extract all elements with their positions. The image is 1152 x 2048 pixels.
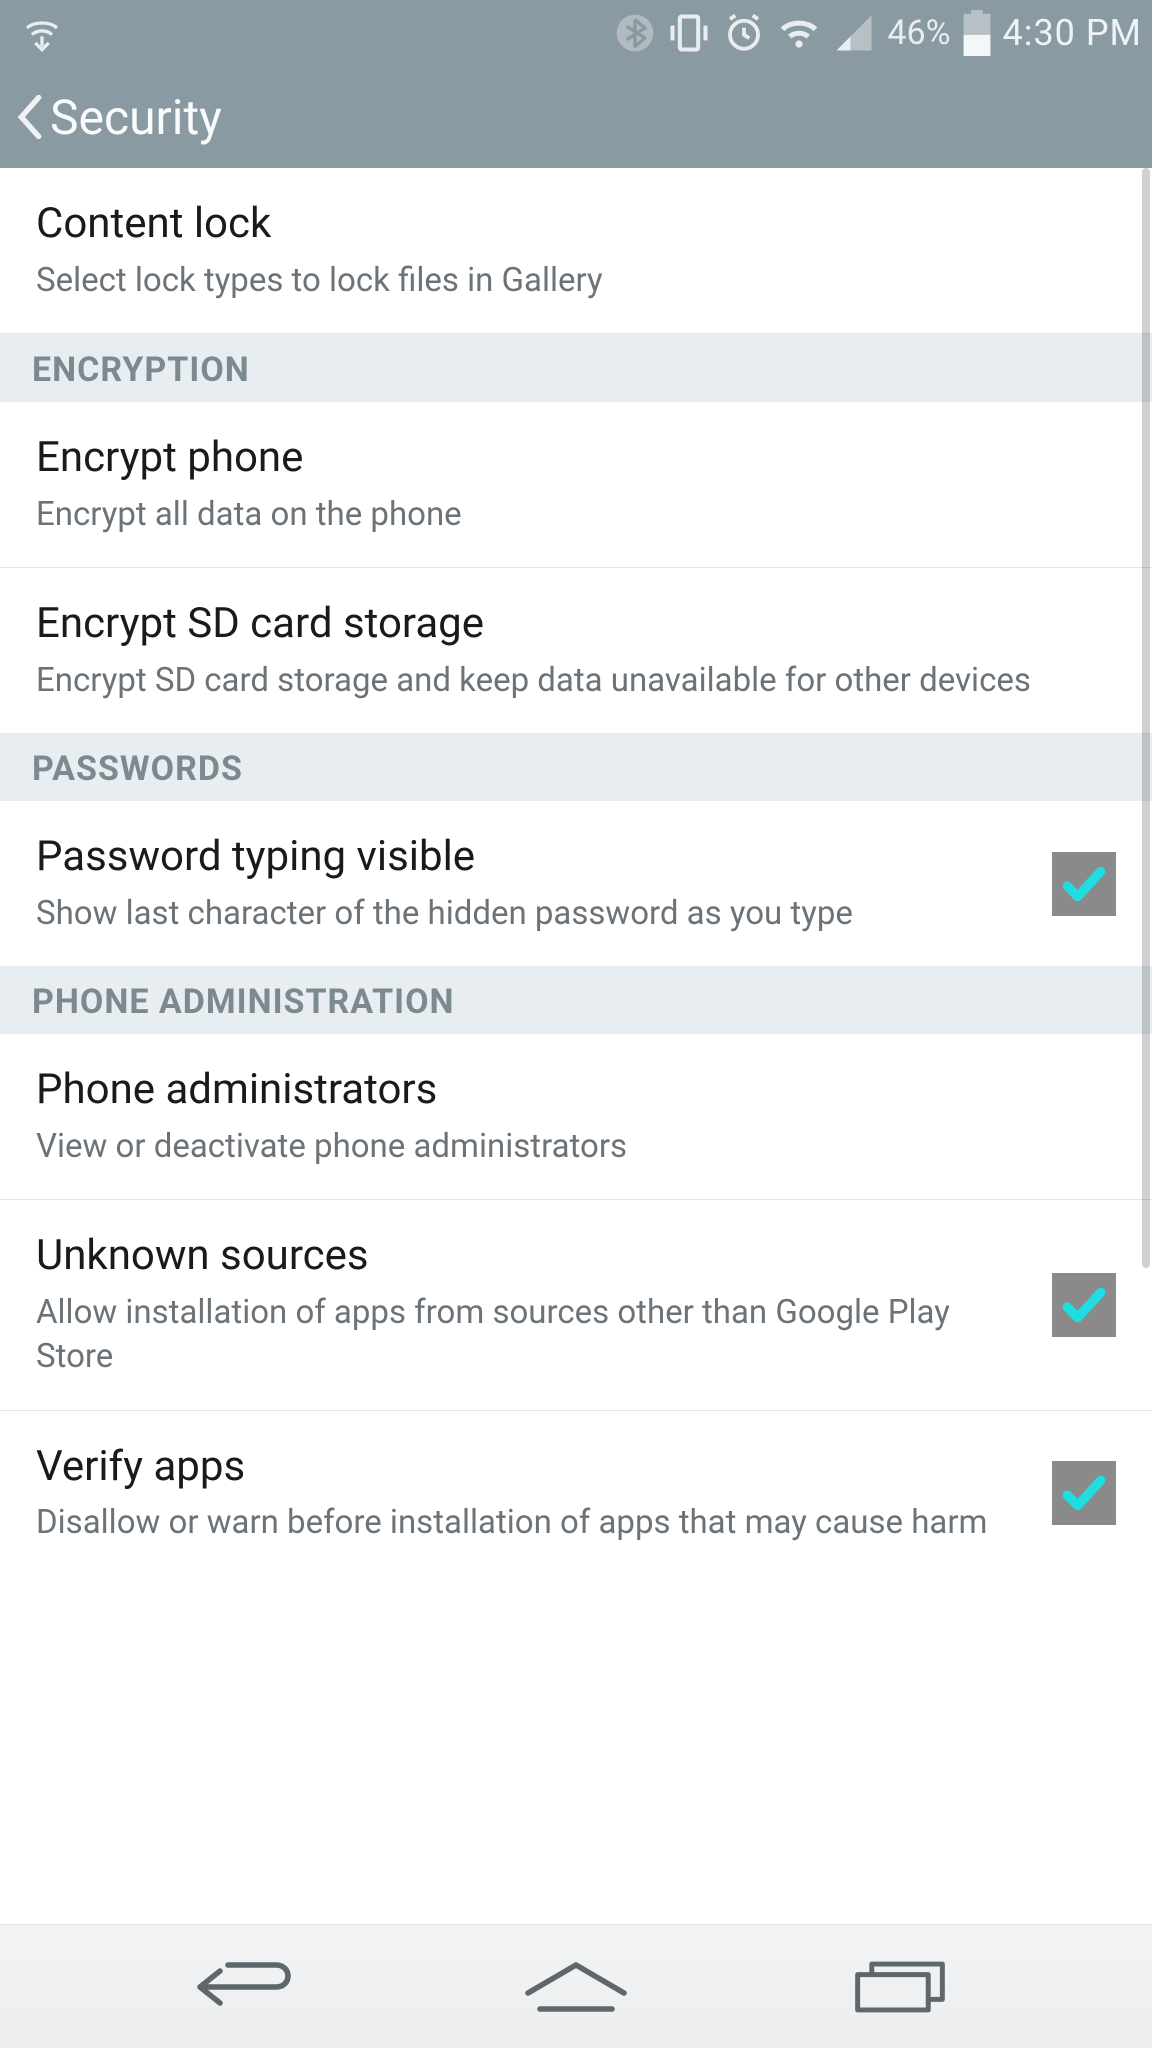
nav-bar xyxy=(0,1924,1152,2048)
item-encrypt-sd[interactable]: Encrypt SD card storage Encrypt SD card … xyxy=(0,568,1152,733)
item-title: Verify apps xyxy=(36,1441,1022,1494)
item-desc: Encrypt SD card storage and keep data un… xyxy=(36,659,1116,704)
alarm-icon xyxy=(723,12,765,54)
nav-back-button[interactable] xyxy=(182,1952,322,2022)
item-desc: Disallow or warn before installation of … xyxy=(36,1501,1022,1546)
scrollbar-thumb[interactable] xyxy=(1142,168,1150,1268)
page-title: Security xyxy=(50,89,222,146)
nav-recent-button[interactable] xyxy=(830,1952,970,2022)
battery-percent: 46% xyxy=(887,13,950,53)
clock-time: 4:30 PM xyxy=(1003,12,1143,54)
section-header-phone-admin: PHONE ADMINISTRATION xyxy=(0,966,1152,1034)
section-header-encryption: ENCRYPTION xyxy=(0,334,1152,402)
section-header-passwords: PASSWORDS xyxy=(0,733,1152,801)
battery-icon xyxy=(963,10,991,56)
item-title: Password typing visible xyxy=(36,831,1022,884)
item-desc: Allow installation of apps from sources … xyxy=(36,1291,1022,1380)
item-title: Content lock xyxy=(36,198,1116,251)
item-title: Unknown sources xyxy=(36,1230,1022,1283)
item-desc: Show last character of the hidden passwo… xyxy=(36,892,1022,937)
nav-home-button[interactable] xyxy=(506,1952,646,2022)
item-desc: View or deactivate phone administrators xyxy=(36,1125,1116,1170)
wifi-icon xyxy=(777,11,821,55)
item-title: Phone administrators xyxy=(36,1064,1116,1117)
item-password-visible[interactable]: Password typing visible Show last charac… xyxy=(0,801,1152,966)
settings-list: Content lock Select lock types to lock f… xyxy=(0,168,1152,1924)
item-title: Encrypt phone xyxy=(36,432,1116,485)
checkbox-password-visible[interactable] xyxy=(1052,852,1116,916)
item-encrypt-phone[interactable]: Encrypt phone Encrypt all data on the ph… xyxy=(0,402,1152,568)
item-desc: Select lock types to lock files in Galle… xyxy=(36,259,1116,304)
header-bar: Security xyxy=(0,66,1152,168)
checkbox-unknown-sources[interactable] xyxy=(1052,1273,1116,1337)
bluetooth-icon xyxy=(615,13,655,53)
vibrate-icon xyxy=(667,11,711,55)
item-title: Encrypt SD card storage xyxy=(36,598,1116,651)
back-button[interactable] xyxy=(10,95,50,139)
item-unknown-sources[interactable]: Unknown sources Allow installation of ap… xyxy=(0,1200,1152,1411)
status-bar: 46% 4:30 PM xyxy=(0,0,1152,66)
wifi-calling-icon xyxy=(22,13,62,53)
checkbox-verify-apps[interactable] xyxy=(1052,1461,1116,1525)
item-phone-admins[interactable]: Phone administrators View or deactivate … xyxy=(0,1034,1152,1200)
signal-icon xyxy=(833,12,875,54)
item-content-lock[interactable]: Content lock Select lock types to lock f… xyxy=(0,168,1152,334)
item-verify-apps[interactable]: Verify apps Disallow or warn before inst… xyxy=(0,1411,1152,1576)
item-desc: Encrypt all data on the phone xyxy=(36,493,1116,538)
